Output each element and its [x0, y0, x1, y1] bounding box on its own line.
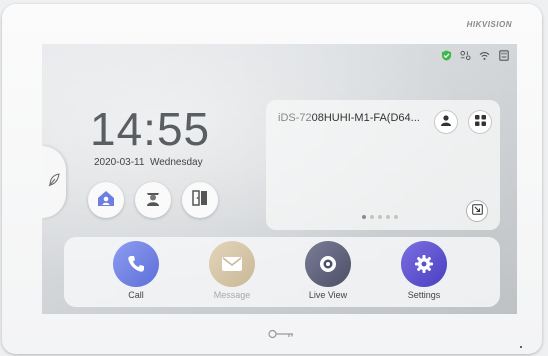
camera-lens-icon	[305, 241, 351, 287]
app-dock: Call Message Live View Settings	[64, 237, 500, 307]
user-icon	[440, 113, 452, 131]
home-user-icon	[96, 189, 116, 212]
indicator-light	[520, 346, 522, 348]
pager-dot[interactable]	[370, 215, 374, 219]
gear-icon	[401, 241, 447, 287]
guard-icon	[144, 189, 162, 212]
sd-card-icon	[498, 50, 509, 61]
side-drawer-tab[interactable]	[42, 146, 66, 218]
device-name: iDS-7208HUHI-M1-FA(D64...	[278, 112, 420, 124]
call-resident-button[interactable]	[88, 182, 124, 218]
shield-check-icon	[441, 50, 452, 61]
door-icon	[191, 189, 209, 212]
wifi-icon	[479, 50, 490, 61]
weekday-value: Wednesday	[149, 157, 203, 168]
screen: 14:55 2020-03-11 Wednesday iDS-7208HUHI-…	[42, 44, 517, 314]
clock-date: 2020-03-11 Wednesday	[94, 157, 203, 168]
date-value: 2020-03-11	[94, 157, 145, 168]
status-bar	[441, 50, 509, 61]
message-app[interactable]: Message	[197, 241, 267, 307]
settings-app[interactable]: Settings	[389, 241, 459, 307]
settings-label: Settings	[407, 290, 441, 300]
camera-link-icon	[460, 50, 471, 61]
phone-icon	[113, 241, 159, 287]
live-view-app[interactable]: Live View	[293, 241, 363, 307]
contacts-button[interactable]	[434, 110, 458, 134]
exit-icon	[471, 202, 483, 220]
key-icon[interactable]	[268, 326, 294, 344]
live-view-label: Live View	[308, 290, 348, 300]
call-label: Call	[128, 290, 144, 300]
clock-time: 14:55	[90, 103, 211, 155]
exit-button[interactable]	[466, 200, 488, 222]
brand-logo: HIKVISION	[466, 20, 512, 29]
envelope-icon	[209, 241, 255, 287]
call-guard-button[interactable]	[135, 182, 171, 218]
pager-dot[interactable]	[378, 215, 382, 219]
message-label: Message	[213, 290, 251, 300]
grid-icon	[474, 113, 486, 131]
pager-dot[interactable]	[394, 215, 398, 219]
call-app[interactable]: Call	[101, 241, 171, 307]
pager-dots	[362, 215, 398, 219]
more-menu-button[interactable]	[468, 110, 492, 134]
device-bezel: HIKVISION 14:55 2020-03-11 Wednesday iDS…	[2, 4, 542, 354]
pager-dot[interactable]	[362, 215, 366, 219]
leaf-icon	[48, 172, 60, 192]
unlock-door-button[interactable]	[182, 182, 218, 218]
device-card[interactable]: iDS-7208HUHI-M1-FA(D64...	[266, 100, 500, 230]
pager-dot[interactable]	[386, 215, 390, 219]
